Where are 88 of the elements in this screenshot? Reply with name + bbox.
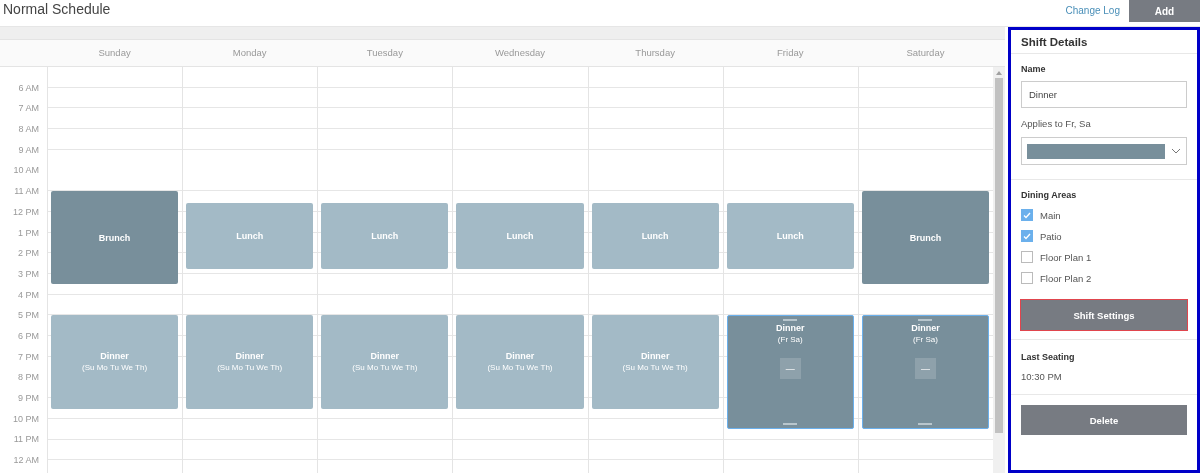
- shift-name: Dinner: [100, 351, 129, 362]
- resize-handle[interactable]: [918, 319, 933, 322]
- day-name: Wednesday: [494, 46, 546, 60]
- shift-days: (Fr Sa): [777, 335, 803, 345]
- shift-name: Lunch: [371, 230, 399, 241]
- resize-handle[interactable]: [783, 319, 798, 322]
- shift-block[interactable]: Lunch: [456, 202, 584, 269]
- hour-label: 8 PM: [17, 371, 40, 385]
- day-name: Sunday: [97, 46, 132, 60]
- shift-days: (Su Mo Tu We Th): [352, 363, 418, 373]
- shift-block[interactable]: Brunch: [51, 191, 179, 285]
- day-name: Friday: [776, 46, 805, 60]
- hour-label: 9 PM: [17, 392, 40, 405]
- shift-name: Dinner: [235, 351, 264, 362]
- shift-block[interactable]: Dinner (Su Mo Tu We Th): [456, 315, 584, 409]
- hour-label: 6 AM: [17, 81, 40, 95]
- scrollbar[interactable]: [993, 67, 1005, 473]
- color-select[interactable]: [1021, 137, 1187, 165]
- hour-label: 10 PM: [12, 412, 40, 426]
- dining-areas-label: Dining Areas: [1021, 190, 1078, 200]
- shift-days: (Su Mo Tu We Th): [622, 363, 688, 373]
- shift-name: Lunch: [506, 230, 534, 241]
- dining-area-checkbox[interactable]: Floor Plan 2: [1021, 272, 1187, 284]
- change-log-link[interactable]: Change Log: [1065, 5, 1120, 16]
- day-name: Saturday: [905, 46, 946, 60]
- shift-days: (Su Mo Tu We Th): [82, 363, 148, 373]
- chevron-down-icon: [1171, 148, 1181, 154]
- shift-days: (Su Mo Tu We Th): [487, 363, 553, 373]
- remove-button[interactable]: —: [914, 358, 936, 380]
- shift-block[interactable]: Dinner (Su Mo Tu We Th): [591, 315, 719, 409]
- shift-block[interactable]: Brunch: [861, 191, 989, 285]
- hour-label: 6 PM: [17, 329, 40, 343]
- dining-area-checkbox[interactable]: Main: [1021, 209, 1187, 221]
- shift-name: Dinner: [776, 323, 805, 334]
- shift-block[interactable]: Lunch: [321, 202, 449, 269]
- shift-name: Lunch: [776, 230, 804, 241]
- check-icon: [1023, 211, 1031, 219]
- hour-label: 9 AM: [17, 143, 40, 157]
- dining-area-checkbox[interactable]: Patio: [1021, 230, 1187, 242]
- hour-label: 3 PM: [17, 267, 40, 281]
- last-seating-label: Last Seating: [1021, 352, 1076, 362]
- shift-name: Brunch: [909, 232, 942, 243]
- shift-settings-button[interactable]: Shift Settings: [1021, 300, 1187, 330]
- hour-label: 11 AM: [13, 185, 40, 199]
- shift-days: (Su Mo Tu We Th): [217, 363, 283, 373]
- page-title: Normal Schedule: [2, 0, 112, 17]
- shift-block[interactable]: Dinner (Fr Sa) —: [861, 315, 989, 430]
- hour-label: 7 PM: [17, 350, 40, 364]
- shift-block[interactable]: Lunch: [186, 202, 314, 269]
- dining-area-checkbox[interactable]: Floor Plan 1: [1021, 251, 1187, 263]
- remove-button[interactable]: —: [779, 358, 801, 380]
- delete-button[interactable]: Delete: [1021, 405, 1187, 435]
- shift-name: Brunch: [98, 232, 131, 243]
- applies-to-text: Applies to Fr, Sa: [1021, 118, 1092, 129]
- shift-name: Dinner: [505, 351, 535, 362]
- shift-name: Dinner: [911, 323, 940, 334]
- shift-name: Dinner: [640, 351, 670, 362]
- shift-block[interactable]: Lunch: [726, 202, 854, 269]
- day-name: Thursday: [634, 46, 676, 60]
- hour-label: 2 PM: [17, 247, 40, 261]
- hour-label: 8 AM: [17, 123, 40, 137]
- shift-block[interactable]: Dinner (Su Mo Tu We Th): [51, 315, 179, 409]
- shift-name: Lunch: [641, 230, 669, 241]
- name-label: Name: [1021, 64, 1047, 74]
- shift-block[interactable]: Dinner (Fr Sa) —: [726, 315, 854, 430]
- day-name: Monday: [231, 46, 268, 60]
- hour-label: 10 AM: [12, 164, 40, 178]
- check-icon: [1023, 232, 1031, 240]
- hour-label: 12 AM: [12, 454, 40, 468]
- hour-label: 11 PM: [12, 433, 40, 447]
- shift-days: (Fr Sa): [912, 335, 938, 345]
- hour-label: 4 PM: [17, 288, 40, 302]
- hour-label: 7 AM: [17, 102, 40, 116]
- shift-block[interactable]: Lunch: [591, 202, 719, 269]
- shift-block[interactable]: Dinner (Su Mo Tu We Th): [186, 315, 314, 409]
- resize-handle[interactable]: [918, 423, 933, 426]
- shift-name: Dinner: [370, 351, 400, 362]
- name-input[interactable]: Dinner: [1021, 81, 1187, 108]
- last-seating-time: 10:30 PM: [1021, 371, 1063, 382]
- shift-name: Lunch: [236, 230, 264, 241]
- day-name: Tuesday: [365, 46, 404, 60]
- hour-label: 1 PM: [17, 226, 40, 240]
- hour-label: 12 PM: [12, 205, 40, 219]
- panel-title: Shift Details: [1021, 35, 1089, 50]
- hour-label: 5 PM: [17, 309, 40, 323]
- add-button[interactable]: Add: [1129, 0, 1200, 22]
- shift-block[interactable]: Dinner (Su Mo Tu We Th): [321, 315, 449, 409]
- resize-handle[interactable]: [783, 423, 798, 426]
